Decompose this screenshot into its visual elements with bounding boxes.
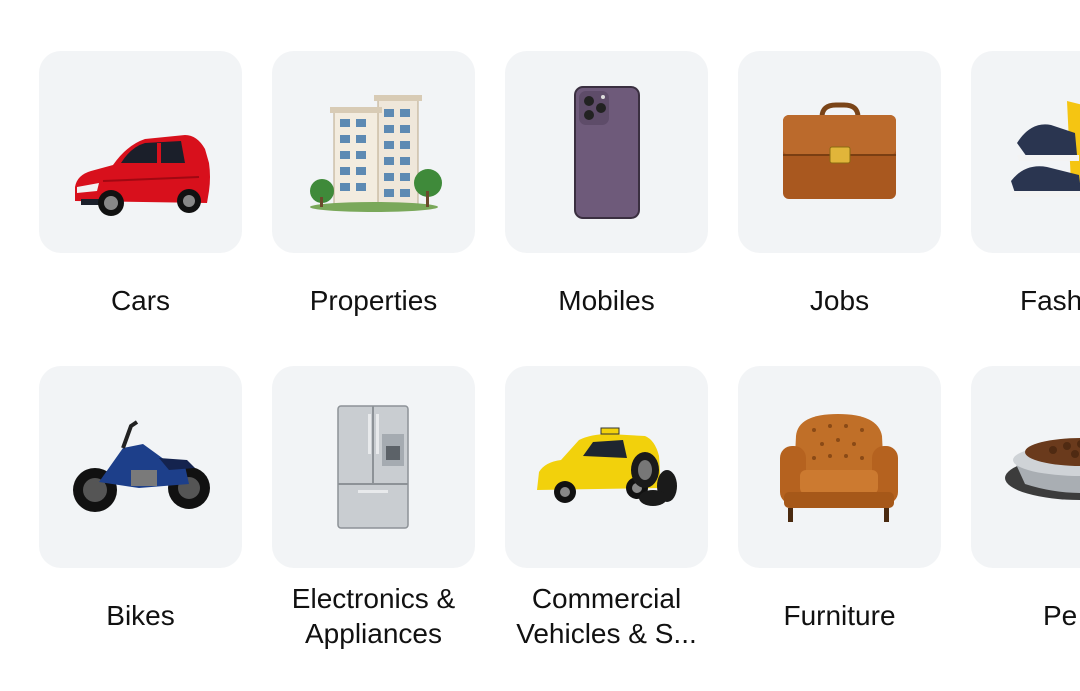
briefcase-icon <box>783 102 896 199</box>
category-pets[interactable]: Pe <box>971 366 1080 633</box>
shoes-icon <box>1011 101 1080 197</box>
category-card[interactable] <box>272 366 475 568</box>
refrigerator-icon <box>337 405 409 529</box>
category-label: Fash <box>1020 285 1080 316</box>
category-card[interactable] <box>505 51 708 253</box>
category-label-line2: Vehicles & S... <box>516 618 697 649</box>
category-card[interactable] <box>505 366 708 568</box>
category-label: Commercial Vehicles & S... <box>505 581 708 651</box>
category-card[interactable] <box>738 51 941 253</box>
category-label: Pe <box>1043 600 1078 631</box>
category-label: Bikes <box>106 600 175 631</box>
category-label: Cars <box>110 285 171 316</box>
category-card[interactable] <box>971 366 1080 568</box>
category-label-line1: Commercial <box>531 583 682 614</box>
category-card[interactable] <box>738 366 941 568</box>
category-label: Properties <box>309 285 438 316</box>
category-label: Mobiles <box>558 285 655 316</box>
category-jobs[interactable]: Jobs <box>738 51 941 318</box>
category-label-line1: Electronics & <box>291 583 456 614</box>
categories-grid: Cars Properties Mobiles Jobs Fash Bikes … <box>0 0 1080 691</box>
taxi-icon <box>537 427 677 506</box>
building-icon <box>310 95 442 212</box>
phone-icon <box>574 86 640 219</box>
category-mobiles[interactable]: Mobiles <box>505 51 708 318</box>
category-card[interactable] <box>272 51 475 253</box>
category-furniture[interactable]: Furniture <box>738 366 941 633</box>
category-card[interactable] <box>39 366 242 568</box>
category-commercial-vehicles[interactable]: Commercial Vehicles & S... <box>505 366 708 651</box>
category-label-line2: Appliances <box>305 618 442 649</box>
category-electronics[interactable]: Electronics & Appliances <box>272 366 475 651</box>
category-bikes[interactable]: Bikes <box>39 366 242 633</box>
category-cars[interactable]: Cars <box>39 51 242 318</box>
category-label: Jobs <box>809 285 870 316</box>
armchair-icon <box>780 414 898 522</box>
motorcycle-icon <box>73 420 210 512</box>
category-label: Furniture <box>783 600 896 631</box>
pet-bowl-icon <box>1005 438 1080 500</box>
red-car-icon <box>75 135 210 216</box>
category-label: Electronics & Appliances <box>272 581 475 651</box>
category-properties[interactable]: Properties <box>272 51 475 318</box>
category-card[interactable] <box>39 51 242 253</box>
category-fashion[interactable]: Fash <box>971 51 1080 318</box>
category-card[interactable] <box>971 51 1080 253</box>
